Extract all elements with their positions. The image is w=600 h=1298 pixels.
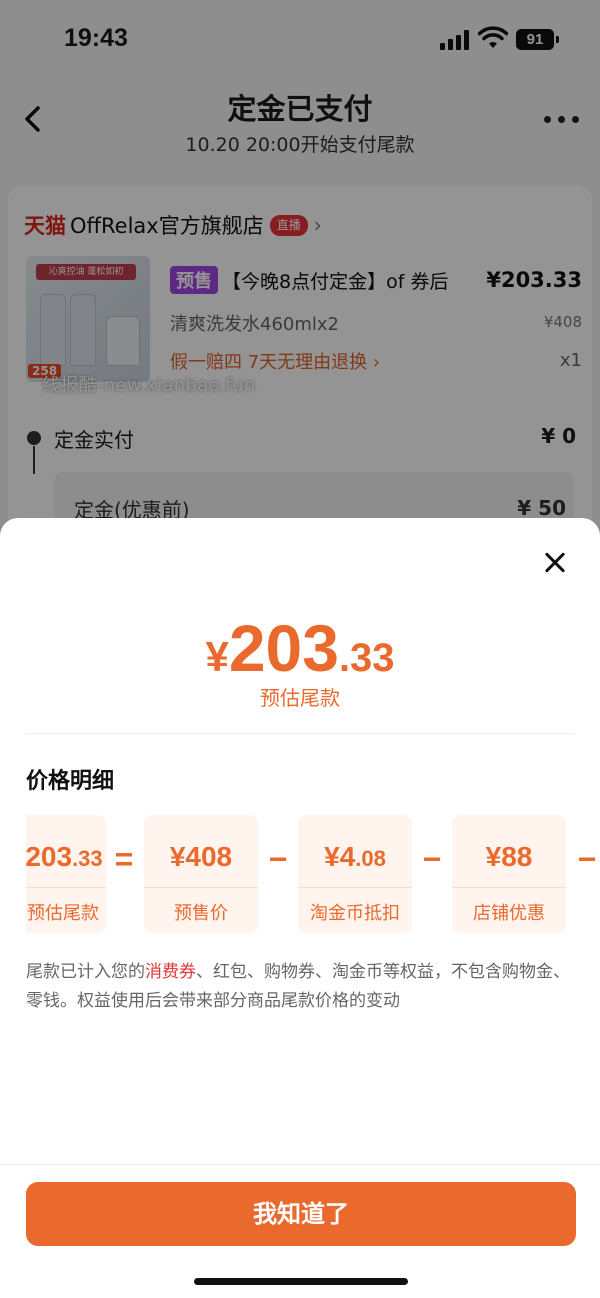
price-breakdown[interactable]: 203.33 预估尾款 = ¥408 预售价 − ¥4.08 淘金币抵扣 − ¥…: [26, 815, 600, 933]
price-integer: 203: [228, 611, 339, 685]
divider: [0, 1164, 600, 1165]
price-detail-title: 价格明细: [26, 769, 115, 794]
price-decimal: .33: [338, 636, 395, 680]
home-indicator: [194, 1278, 408, 1285]
tile-value-decimal: .33: [72, 846, 103, 871]
equals-operator: =: [114, 841, 134, 877]
breakdown-tile: ¥88 店铺优惠: [452, 815, 566, 933]
breakdown-tile: ¥4.08 淘金币抵扣: [298, 815, 412, 933]
price-note: 尾款已计入您的消费券、红包、购物券、淘金币等权益，不包含购物金、零钱。权益使用后…: [26, 962, 570, 1011]
tile-value: ¥88: [485, 841, 533, 872]
breakdown-tile: ¥408 预售价: [144, 815, 258, 933]
tile-label: 淘金币抵扣: [310, 903, 400, 924]
got-it-button[interactable]: 我知道了: [26, 1182, 576, 1246]
minus-operator: −: [422, 841, 442, 877]
breakdown-tile: 203.33 预估尾款: [26, 815, 106, 933]
tile-value: 203: [26, 841, 73, 872]
currency-symbol: ¥: [205, 633, 229, 680]
estimated-final-price: ¥203.33: [0, 610, 600, 686]
estimated-final-price-label: 预估尾款: [260, 686, 340, 710]
price-detail-sheet: ¥203.33 预估尾款 价格明细 203.33 预估尾款 = ¥408 预售价…: [0, 518, 600, 1298]
tile-value: ¥4: [324, 841, 356, 872]
close-icon[interactable]: [540, 548, 570, 578]
tile-label: 店铺优惠: [473, 903, 545, 924]
tile-value-decimal: .08: [355, 846, 386, 871]
tile-label: 预估尾款: [27, 903, 99, 924]
minus-operator: −: [268, 841, 288, 877]
tile-label: 预售价: [174, 903, 228, 924]
divider: [26, 733, 574, 734]
minus-operator: −: [577, 841, 597, 877]
coupon-link[interactable]: 消费券: [145, 962, 196, 982]
tile-value: ¥408: [169, 841, 233, 872]
